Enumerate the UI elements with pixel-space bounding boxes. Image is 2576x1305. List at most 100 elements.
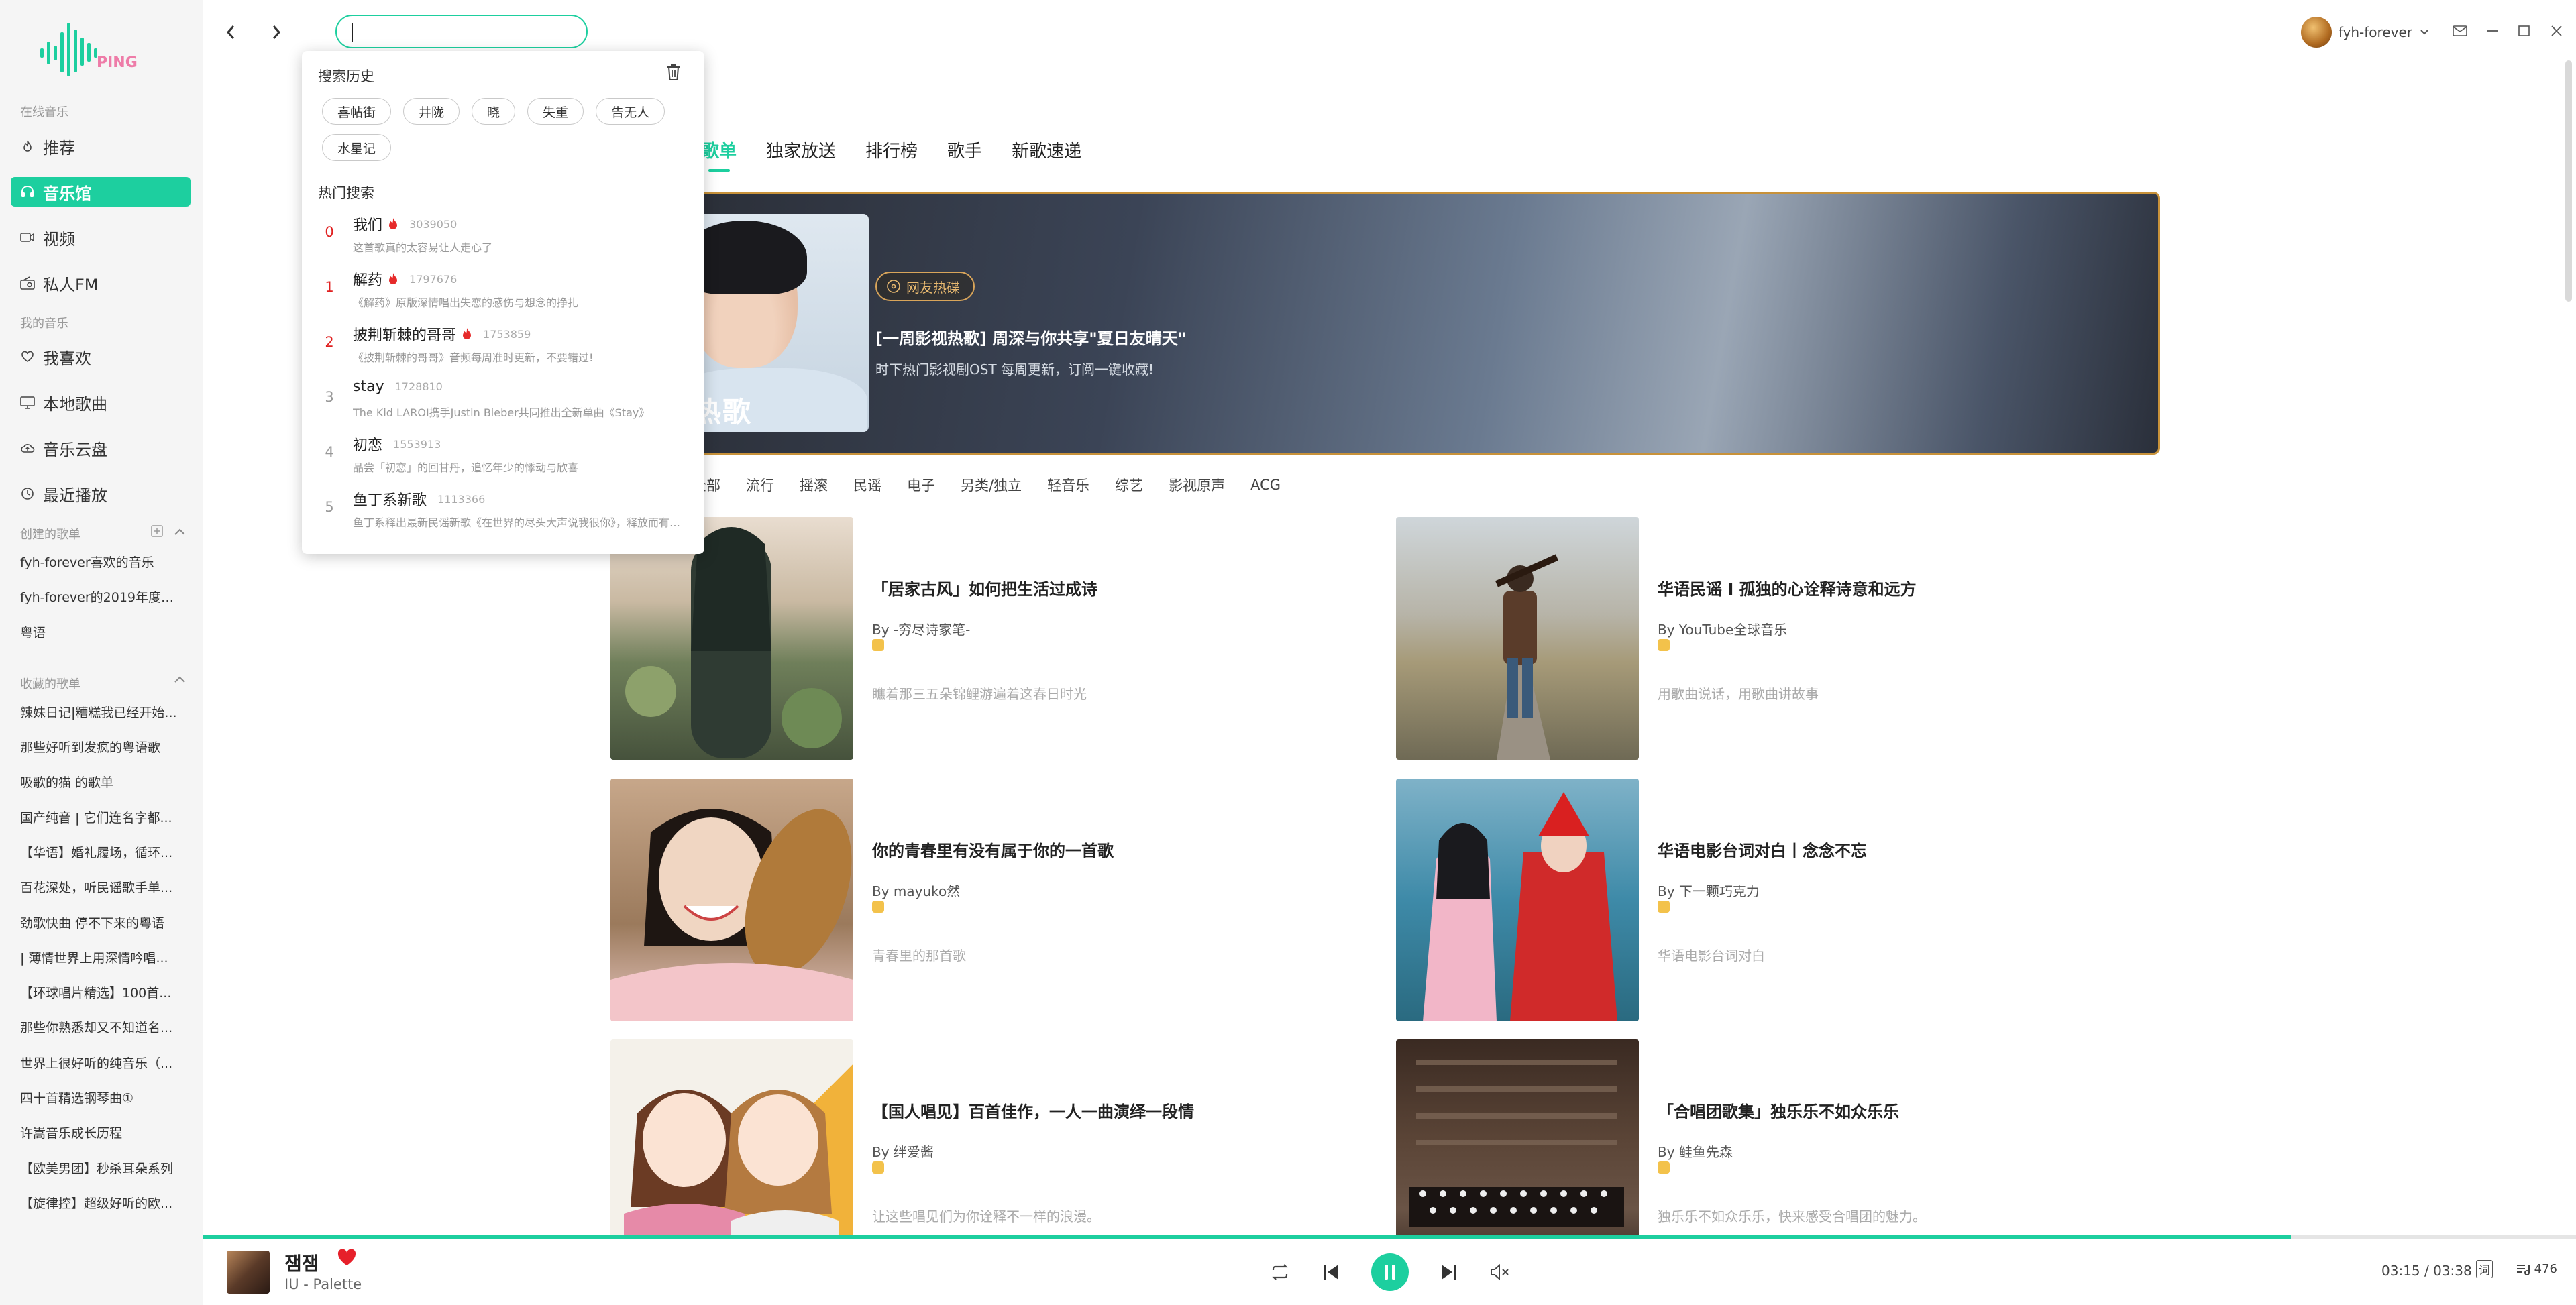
history-chip[interactable]: 告无人: [596, 98, 665, 125]
add-playlist-icon[interactable]: [150, 524, 164, 541]
playlist-cover[interactable]: [1396, 779, 1639, 1021]
created-playlist-item[interactable]: fyh-forever喜欢的音乐: [20, 553, 184, 571]
pause-button[interactable]: [1371, 1253, 1409, 1291]
collected-playlist-item[interactable]: 许嵩音乐成长历程: [20, 1123, 184, 1141]
sidebar-item-video[interactable]: 视频: [11, 223, 191, 252]
minimize-icon[interactable]: [2485, 25, 2500, 40]
playlist-cover[interactable]: [1396, 517, 1639, 760]
history-chip[interactable]: 晓: [472, 98, 516, 125]
tab-exclusive[interactable]: 独家放送: [766, 137, 836, 162]
playlist-card[interactable]: 你的青春里有没有属于你的一首歌 By mayuko然 青春里的那首歌: [610, 779, 1362, 1021]
playlist-title[interactable]: 「居家古风」如何把生活过成诗: [872, 576, 1097, 600]
created-playlist-item[interactable]: fyh-forever的2019年度歌...: [20, 587, 184, 606]
sidebar-item-recommend[interactable]: 推荐: [11, 131, 191, 161]
search-input[interactable]: [337, 16, 586, 47]
previous-icon[interactable]: [1322, 1263, 1340, 1282]
collected-playlist-item[interactable]: 【旋律控】超级好听的欧...: [20, 1194, 184, 1212]
collected-playlist-item[interactable]: 【华语】婚礼履场，循环...: [20, 843, 184, 861]
now-playing-artist[interactable]: IU - Palette: [284, 1276, 362, 1292]
like-heart-icon[interactable]: [337, 1248, 358, 1268]
collected-playlist-item[interactable]: 国产纯音 | 它们连名字都...: [20, 808, 184, 826]
history-chip[interactable]: 失重: [527, 98, 584, 125]
history-chip[interactable]: 喜帖街: [322, 98, 392, 125]
playlist-author[interactable]: By YouTube全球音乐: [1658, 619, 1787, 638]
history-chip[interactable]: 水星记: [322, 134, 392, 161]
tab-charts[interactable]: 排行榜: [865, 137, 918, 162]
next-icon[interactable]: [1440, 1263, 1458, 1282]
playlist-author[interactable]: By mayuko然: [872, 881, 960, 900]
collected-playlist-item[interactable]: 那些你熟悉却又不知道名...: [20, 1018, 184, 1036]
hot-search-item[interactable]: 2 披荆斩棘的哥哥 1753859 《披荆斩棘的哥哥》音频每周准时更新，不要错过…: [302, 321, 704, 376]
hot-search-item[interactable]: 4 初恋 1553913 品尝「初恋」的回甘丹，追忆年少的悸动与欣喜: [302, 431, 704, 486]
sidebar-item-recent[interactable]: 最近播放: [11, 479, 191, 508]
collected-playlist-item[interactable]: 百花深处，听民谣歌手单...: [20, 878, 184, 896]
collapse-icon[interactable]: [173, 674, 186, 687]
hot-search-item[interactable]: 3 stay 1728810 The Kid LAROI携手Justin Bie…: [302, 376, 704, 431]
mail-icon[interactable]: [2453, 25, 2467, 40]
category-light[interactable]: 轻音乐: [1047, 475, 1089, 495]
collected-playlist-item[interactable]: 辣妹日记|糟糕我已经开始...: [20, 703, 184, 721]
playlist-title[interactable]: 华语民谣 I 孤独的心诠释诗意和远方: [1658, 576, 1917, 600]
category-indie[interactable]: 另类/独立: [961, 475, 1022, 495]
playlist-card[interactable]: 华语民谣 I 孤独的心诠释诗意和远方 By YouTube全球音乐 用歌曲说话，…: [1396, 517, 2147, 760]
tab-singers[interactable]: 歌手: [947, 137, 982, 162]
sidebar-item-music-hall[interactable]: 音乐馆: [11, 177, 191, 207]
collected-playlist-item[interactable]: 吸歌的猫 的歌单: [20, 773, 184, 791]
loop-icon[interactable]: [1269, 1264, 1291, 1280]
playlist-title[interactable]: 【国人唱见】百首佳作，一人一曲演绎一段情: [872, 1098, 1194, 1122]
category-folk[interactable]: 民谣: [853, 475, 881, 495]
user-menu[interactable]: fyh-forever: [2300, 16, 2576, 48]
collected-playlist-item[interactable]: 【欧美男团】秒杀耳朵系列: [20, 1159, 184, 1177]
banner-cover-image[interactable]: 热歌: [686, 214, 869, 432]
collected-playlist-item[interactable]: 劲歌快曲 停不下来的粤语: [20, 913, 184, 931]
maximize-icon[interactable]: [2517, 25, 2532, 40]
playlist-author[interactable]: By 绊爱酱: [872, 1141, 934, 1161]
scrollbar[interactable]: [2565, 60, 2572, 302]
collapse-icon[interactable]: [173, 526, 186, 539]
collected-playlist-item[interactable]: 那些好听到发疯的粤语歌: [20, 738, 184, 756]
featured-banner[interactable]: 热歌 网友热碟 [一周影视热歌] 周深与你共享"夏日友晴天" 时下热门影视剧OS…: [684, 192, 2160, 455]
playlist-card[interactable]: 华语电影台词对白丨念念不忘 By 下一颗巧克力 华语电影台词对白: [1396, 779, 2147, 1021]
category-acg[interactable]: ACG: [1250, 477, 1281, 493]
playlist-author[interactable]: By 下一颗巧克力: [1658, 881, 1760, 900]
volume-icon[interactable]: [1489, 1263, 1511, 1281]
collected-playlist-item[interactable]: 世界上很好听的纯音乐（...: [20, 1054, 184, 1072]
category-rock[interactable]: 摇滚: [800, 475, 828, 495]
collected-playlist-item[interactable]: 四十首精选钢琴曲①: [20, 1088, 184, 1107]
sidebar-item-local[interactable]: 本地歌曲: [11, 388, 191, 417]
category-pop[interactable]: 流行: [746, 475, 774, 495]
playlist-queue-button[interactable]: 476: [2516, 1262, 2557, 1276]
playlist-title[interactable]: 你的青春里有没有属于你的一首歌: [872, 838, 1114, 861]
category-variety[interactable]: 综艺: [1115, 475, 1143, 495]
playlist-author[interactable]: By 鲑鱼先森: [1658, 1141, 1733, 1161]
sidebar-item-cloud[interactable]: 音乐云盘: [11, 433, 191, 463]
trash-icon[interactable]: [665, 63, 684, 83]
playlist-title[interactable]: 「合唱团歌集」独乐乐不如众乐乐: [1658, 1098, 1899, 1122]
hot-search-item[interactable]: 0 我们 3039050 这首歌真的太容易让人走心了: [302, 211, 704, 266]
avatar[interactable]: [2300, 17, 2332, 48]
history-chip[interactable]: 井陇: [403, 98, 460, 125]
playlist-title[interactable]: 华语电影台词对白丨念念不忘: [1658, 838, 1867, 861]
now-playing-cover[interactable]: [227, 1251, 270, 1294]
category-soundtrack[interactable]: 影视原声: [1169, 475, 1225, 495]
search-box[interactable]: [335, 15, 588, 48]
app-logo[interactable]: PING: [35, 19, 142, 80]
collected-playlist-item[interactable]: 【环球唱片精选】100首...: [20, 983, 184, 1001]
close-icon[interactable]: [2549, 25, 2564, 40]
playlist-author[interactable]: By -穷尽诗家笔-: [872, 619, 970, 638]
playlist-cover[interactable]: [610, 779, 853, 1021]
forward-button[interactable]: [267, 20, 286, 44]
tab-playlists[interactable]: 歌单: [702, 137, 737, 172]
created-playlist-item[interactable]: 粤语: [20, 623, 184, 641]
username[interactable]: fyh-forever: [2339, 24, 2412, 40]
lyrics-button[interactable]: 词: [2475, 1260, 2493, 1278]
tab-new-songs[interactable]: 新歌速递: [1012, 137, 1081, 162]
playlist-card[interactable]: 「居家古风」如何把生活过成诗 By -穷尽诗家笔- 瞧着那三五朵锦鲤游遍着这春日…: [610, 517, 1362, 760]
sidebar-item-favorites[interactable]: 我喜欢: [11, 342, 191, 372]
hot-search-item[interactable]: 1 解药 1797676 《解药》原版深情唱出失恋的感伤与想念的挣扎: [302, 266, 704, 321]
banner-title[interactable]: [一周影视热歌] 周深与你共享"夏日友晴天": [875, 325, 1186, 349]
back-button[interactable]: [221, 20, 240, 44]
now-playing-title[interactable]: 잼잼: [284, 1249, 319, 1276]
collected-playlist-item[interactable]: | 薄情世界上用深情吟唱...: [20, 948, 184, 966]
sidebar-item-fm[interactable]: 私人FM: [11, 268, 191, 298]
